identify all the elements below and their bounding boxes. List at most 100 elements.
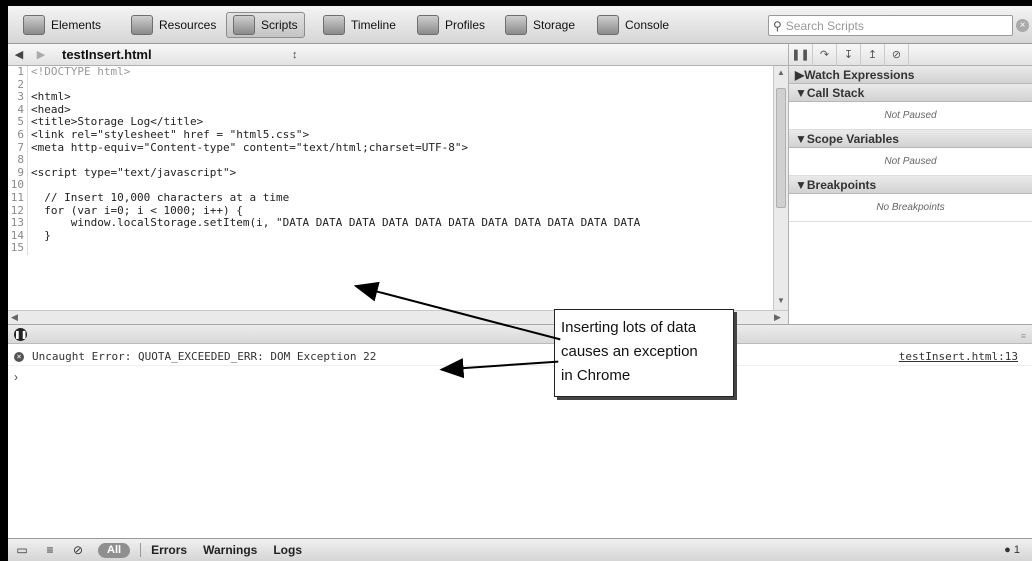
code-line: 6 <link rel="stylesheet" href = "html5.cs…: [8, 128, 773, 142]
code-line: 2: [8, 78, 773, 92]
line-number[interactable]: 13: [8, 217, 28, 230]
code-text: <html>: [31, 90, 71, 104]
annotation-callout: Inserting lots of data causes an excepti…: [554, 309, 734, 397]
separator: [140, 543, 142, 557]
step-into-icon[interactable]: ↧: [837, 43, 861, 66]
scroll-down-icon[interactable]: ▼: [776, 296, 786, 306]
console-error-message: × Uncaught Error: QUOTA_EXCEEDED_ERR: DO…: [8, 348, 1032, 366]
code-line: 13 window.localStorage.setItem(i, "DATA …: [8, 217, 773, 230]
code-line: 11 // Insert 10,000 characters at a time: [8, 190, 773, 205]
line-number[interactable]: 6: [8, 128, 28, 142]
console-panel[interactable]: × Uncaught Error: QUOTA_EXCEEDED_ERR: DO…: [8, 344, 1032, 538]
line-number[interactable]: 8: [8, 154, 28, 167]
deactivate-breakpoints-icon[interactable]: ⊘: [885, 43, 909, 66]
tab-label: Elements: [51, 18, 102, 32]
debugger-sidebar: ▶Watch Expressions ▼Call Stack Not Pause…: [788, 66, 1032, 324]
tab-console[interactable]: Console: [590, 12, 676, 38]
callout-line: Inserting lots of data: [561, 319, 697, 336]
code-text: // Insert 10,000 characters at a time: [31, 190, 290, 204]
code-line: 3 <html>: [8, 91, 773, 104]
search-icon: ⚲: [773, 18, 782, 33]
code-line: 7 <meta http-equiv="Content-type" content…: [8, 140, 773, 155]
search-placeholder: Search Scripts: [785, 18, 864, 33]
clear-search-icon[interactable]: ×: [1016, 19, 1029, 32]
scripts-icon: [233, 15, 255, 35]
line-number[interactable]: 1: [8, 66, 28, 79]
tab-storage[interactable]: Storage: [498, 12, 582, 38]
scroll-left-icon[interactable]: ◀: [11, 312, 18, 323]
code-text: <script type="text/javascript">: [31, 165, 237, 179]
pause-icon[interactable]: ❚❚: [789, 43, 813, 66]
code-text: <meta http-equiv="Content-type" content=…: [31, 140, 469, 154]
error-count-badge[interactable]: ● 1: [1004, 544, 1020, 556]
console-prompt[interactable]: ›: [14, 370, 18, 384]
step-out-icon[interactable]: ↥: [861, 43, 885, 66]
source-code-view[interactable]: 1 <!DOCTYPE html> 2 3 <html> 4 <head> 5 <title>S…: [8, 66, 773, 310]
line-number[interactable]: 11: [8, 191, 28, 205]
file-select-chevron-icon[interactable]: ↕: [292, 49, 298, 61]
pause-on-exceptions-icon[interactable]: ❚❚: [14, 328, 27, 341]
code-line: 14 }: [8, 228, 773, 243]
timeline-icon: [323, 15, 345, 35]
back-arrow-icon[interactable]: ◀: [8, 48, 30, 61]
devtools-toolbar: Elements Resources Scripts Timeline Prof…: [8, 6, 1032, 44]
scroll-up-icon[interactable]: ▲: [776, 68, 786, 78]
code-line: 1 <!DOCTYPE html>: [8, 66, 773, 79]
scroll-right-icon[interactable]: ▶: [774, 312, 781, 323]
tab-label: Storage: [533, 18, 576, 32]
code-text: window.localStorage.setItem(i, "DATA DAT…: [31, 216, 641, 230]
forward-arrow-icon[interactable]: ▶: [30, 48, 52, 61]
scope-variables-header[interactable]: ▼Scope Variables: [789, 130, 1032, 148]
breakpoints-status: No Breakpoints: [789, 194, 1032, 222]
tab-timeline[interactable]: Timeline: [316, 12, 403, 38]
clear-console-icon[interactable]: ⊘: [64, 543, 92, 557]
filter-warnings-button[interactable]: Warnings: [203, 543, 257, 557]
profiles-icon: [417, 15, 439, 35]
tab-resources[interactable]: Resources: [124, 12, 223, 38]
tab-profiles[interactable]: Profiles: [410, 12, 492, 38]
line-number[interactable]: 3: [8, 91, 28, 104]
watch-expressions-header[interactable]: ▶Watch Expressions: [789, 66, 1032, 84]
tab-label: Timeline: [351, 18, 396, 32]
script-file-bar: ◀ ▶ testInsert.html ↕: [8, 44, 788, 66]
dock-icon[interactable]: ▭: [8, 543, 36, 557]
step-over-icon[interactable]: ↷: [813, 43, 837, 66]
tab-label: Console: [625, 18, 670, 32]
tab-elements[interactable]: Elements: [16, 12, 108, 38]
error-count: 1: [1013, 544, 1020, 556]
call-stack-header[interactable]: ▼Call Stack: [789, 84, 1032, 102]
tab-label: Scripts: [261, 18, 298, 32]
callout-line: causes an exception: [561, 343, 698, 360]
code-vertical-scrollbar[interactable]: ▲ ▼: [773, 66, 788, 310]
storage-icon: [505, 15, 527, 35]
code-text: }: [31, 228, 51, 242]
code-text: <!DOCTYPE html>: [31, 66, 131, 78]
resources-icon: [131, 15, 153, 35]
code-line: 15: [8, 242, 773, 255]
line-number[interactable]: 15: [8, 242, 28, 255]
breakpoints-header[interactable]: ▼Breakpoints: [789, 176, 1032, 194]
filter-all-button[interactable]: All: [98, 542, 131, 558]
call-stack-status: Not Paused: [789, 102, 1032, 130]
resize-grip-icon[interactable]: ≡: [1021, 331, 1026, 341]
code-line: 9 <script type="text/javascript">: [8, 165, 773, 180]
script-file-select[interactable]: testInsert.html: [62, 47, 292, 62]
devtools-window: Elements Resources Scripts Timeline Prof…: [8, 6, 1032, 561]
scrollbar-thumb[interactable]: [776, 88, 786, 208]
tab-scripts[interactable]: Scripts: [226, 12, 305, 38]
tab-label: Profiles: [445, 18, 486, 32]
console-toggle-icon[interactable]: ≡: [36, 543, 64, 557]
error-count-icon: ●: [1004, 544, 1011, 556]
search-input[interactable]: ⚲ Search Scripts: [768, 15, 1013, 36]
error-source-link[interactable]: testInsert.html:13: [899, 348, 1018, 366]
debugger-controls: ❚❚ ↷ ↧ ↥ ⊘: [788, 43, 1032, 66]
console-splitter[interactable]: ❚❚ ≡: [8, 324, 1032, 344]
code-line: 8: [8, 154, 773, 167]
console-status-bar: ▭ ≡ ⊘ All Errors Warnings Logs ● 1: [8, 538, 1032, 561]
error-text: Uncaught Error: QUOTA_EXCEEDED_ERR: DOM …: [32, 350, 377, 363]
filter-errors-button[interactable]: Errors: [151, 543, 187, 557]
filter-logs-button[interactable]: Logs: [273, 543, 302, 557]
scope-variables-status: Not Paused: [789, 148, 1032, 176]
